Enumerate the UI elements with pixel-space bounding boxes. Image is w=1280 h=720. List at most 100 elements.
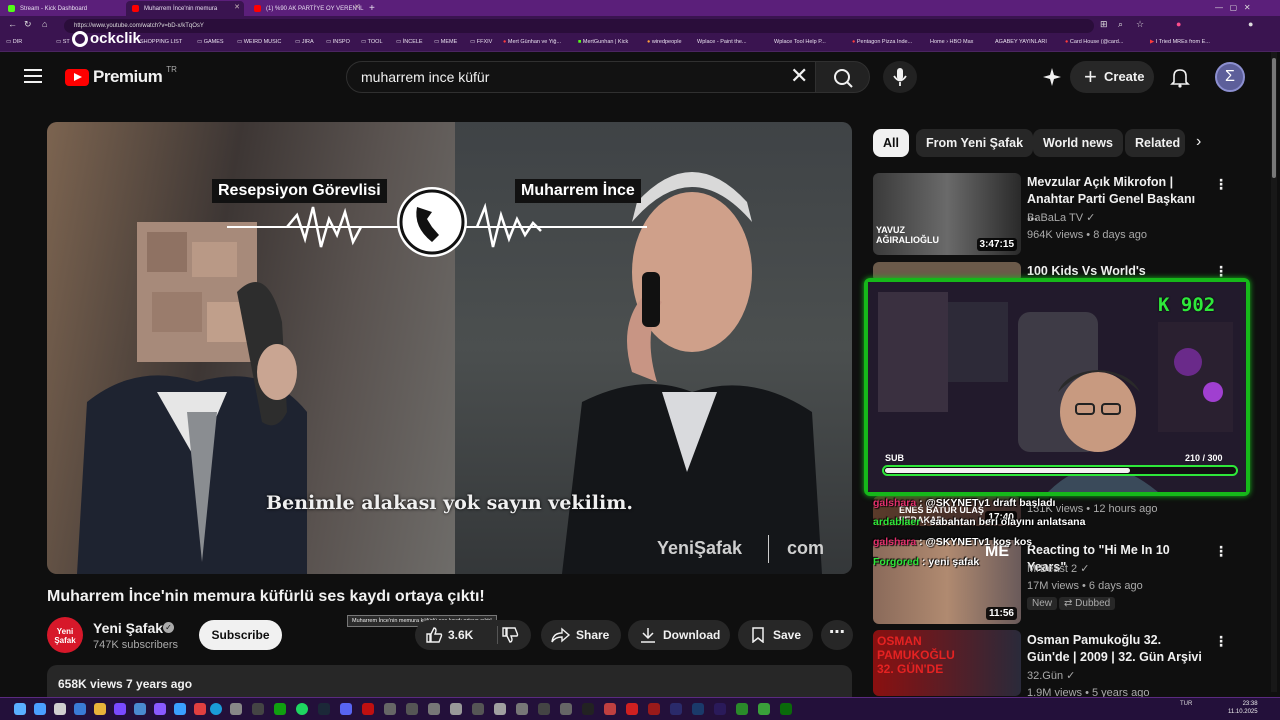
app-icon[interactable] — [134, 703, 146, 715]
home-icon[interactable]: ⌂ — [42, 19, 47, 29]
bookmark-item[interactable]: ● wiredpeople — [647, 39, 682, 45]
photoshop-icon[interactable] — [692, 703, 704, 715]
bookmark-item[interactable]: Home › HBO Max — [930, 39, 973, 45]
app-icon[interactable] — [154, 703, 166, 715]
bookmark-item[interactable]: Wplace Tool Help P... — [774, 39, 826, 45]
chevron-right-icon[interactable]: › — [1196, 133, 1201, 151]
video-thumbnail[interactable]: ME 11:56 — [873, 540, 1021, 624]
channel-name[interactable]: Yeni Şafak — [93, 620, 163, 636]
share-button[interactable]: Share — [541, 620, 621, 650]
bookmark-item[interactable]: ● Mert Günhan ve Yiğ... — [503, 39, 561, 45]
sidebar-video-title[interactable]: Osman Pamukoğlu 32. Gün'de | 2009 | 32. … — [1027, 632, 1207, 666]
audition-icon[interactable] — [670, 703, 682, 715]
bookmark-item[interactable]: ▭ INSPO — [326, 39, 350, 45]
video-player[interactable]: Resepsiyon Görevlisi Muharrem İnce Benim… — [47, 122, 852, 574]
app-icon[interactable] — [114, 703, 126, 715]
app-icon[interactable] — [384, 703, 396, 715]
scrollbar-thumb[interactable] — [1272, 58, 1276, 178]
reload-icon[interactable]: ↻ — [24, 19, 32, 30]
channel-avatar[interactable]: Yeni Şafak — [47, 617, 83, 653]
more-vert-icon[interactable]: ⋮ — [1214, 543, 1228, 560]
search-button[interactable] — [815, 61, 870, 93]
video-thumbnail[interactable]: OSMAN PAMUKOĞLU 32. GÜN'DE — [873, 630, 1021, 696]
chip-related[interactable]: Related — [1125, 129, 1185, 157]
bookmark-item[interactable]: ▭ WEIRD MUSIC — [237, 39, 281, 45]
dislike-icon[interactable] — [501, 627, 521, 643]
chip-world-news[interactable]: World news — [1033, 129, 1123, 157]
app-icon[interactable] — [648, 703, 660, 715]
search-input[interactable]: muharrem ince küfür — [346, 61, 816, 93]
save-button[interactable]: Save — [738, 620, 813, 650]
task-view-icon[interactable] — [54, 703, 66, 715]
ai-sparkle-icon[interactable] — [1041, 66, 1063, 88]
more-vert-icon[interactable]: ⋮ — [1214, 176, 1228, 193]
bookmark-item[interactable]: ▭ DIR — [6, 39, 22, 45]
app-icon[interactable] — [780, 703, 792, 715]
bookmark-item[interactable]: ▭ FFXIV — [470, 39, 492, 45]
app-icon[interactable] — [626, 703, 638, 715]
bookmark-item[interactable]: ▶ I Tried MREs from E... — [1150, 39, 1210, 45]
more-actions-button[interactable]: ⋯ — [821, 620, 853, 650]
bookmark-item[interactable]: ▭ İNCELE — [396, 39, 423, 45]
app-icon[interactable] — [194, 703, 206, 715]
bookmark-item[interactable]: ● Card House (@card... — [1065, 39, 1123, 45]
spotify-icon[interactable] — [296, 703, 308, 715]
account-avatar[interactable]: Σ — [1215, 62, 1245, 92]
xbox-icon[interactable] — [274, 703, 286, 715]
file-explorer-icon[interactable] — [94, 703, 106, 715]
like-icon[interactable] — [425, 627, 445, 643]
menu-icon[interactable] — [24, 69, 42, 83]
like-count[interactable]: 3.6K — [448, 620, 473, 650]
premiere-icon[interactable] — [714, 703, 726, 715]
more-vert-icon[interactable]: ⋮ — [1214, 633, 1228, 650]
windows-start-icon[interactable] — [34, 703, 46, 715]
notifications-bell-icon[interactable] — [1169, 66, 1191, 88]
window-controls[interactable]: — ▢ ✕ — [1215, 3, 1251, 12]
youtube-logo[interactable]: Premium TR — [65, 65, 177, 87]
system-tray[interactable]: TUR — [1180, 701, 1192, 707]
edge-icon[interactable] — [210, 703, 222, 715]
app-icon[interactable] — [494, 703, 506, 715]
bookmark-item[interactable]: ▭ TOOL — [361, 39, 383, 45]
app-icon[interactable] — [736, 703, 748, 715]
back-icon[interactable]: ← — [8, 19, 17, 29]
bookmark-item[interactable]: Wplace - Paint the... — [697, 39, 747, 45]
app-icon[interactable] — [252, 703, 264, 715]
bookmark-item[interactable]: ■ MertGunhan | Kick — [578, 39, 628, 45]
discord-icon[interactable] — [340, 703, 352, 715]
app-icon[interactable] — [538, 703, 550, 715]
tab-kick-dashboard[interactable]: Stream - Kick Dashboard — [2, 1, 122, 16]
voice-search-button[interactable] — [883, 61, 917, 93]
sidebar-channel-name[interactable]: 32.Gün ✓ — [1027, 669, 1075, 682]
app-icon[interactable] — [174, 703, 186, 715]
subscribe-button[interactable]: Subscribe — [199, 620, 282, 650]
extension-icon[interactable]: ● — [1176, 19, 1181, 29]
app-icon[interactable] — [406, 703, 418, 715]
download-button[interactable]: Download — [628, 620, 730, 650]
bookmark-item[interactable]: AGABEY YAYINLARI — [995, 39, 1047, 45]
search-icon[interactable]: ⌕ — [1118, 19, 1123, 30]
profile-icon[interactable]: ● — [1248, 19, 1253, 29]
bookmark-item[interactable]: ▭ JIRA — [295, 39, 314, 45]
tab-youtube-active[interactable]: Muharrem İnce'nin memura ✕ — [126, 1, 244, 16]
steam-icon[interactable] — [318, 703, 330, 715]
app-icon[interactable] — [516, 703, 528, 715]
bookmark-item[interactable]: ▭ ST — [56, 39, 70, 45]
app-icon[interactable] — [230, 703, 242, 715]
sidebar-channel-name[interactable]: BaBaLa TV ✓ — [1027, 211, 1095, 224]
app-icon[interactable] — [560, 703, 572, 715]
clock[interactable]: 23:38 11.10.2025 — [1228, 700, 1258, 716]
app-icon[interactable] — [362, 703, 374, 715]
tab-youtube-2[interactable]: (1) %90 AK PARTİ'YE OY VEREN İL ✕ — [248, 1, 364, 16]
chip-all[interactable]: All — [873, 129, 909, 157]
app-icon[interactable] — [450, 703, 462, 715]
app-icon[interactable] — [428, 703, 440, 715]
sidebar-channel-name[interactable]: MrBeast 2 ✓ — [1027, 562, 1089, 575]
bookmark-item[interactable]: ▭ MEME — [434, 39, 457, 45]
new-tab-button[interactable]: + — [366, 1, 380, 16]
bookmark-item[interactable]: ▭ GAMES — [197, 39, 224, 45]
close-icon[interactable]: ✕ — [234, 3, 240, 11]
chip-from-yeni-safak[interactable]: From Yeni Şafak — [916, 129, 1034, 157]
star-icon[interactable]: ☆ — [1136, 19, 1144, 30]
bookmark-item[interactable]: ● Pentagon Pizza Inde... — [852, 39, 912, 45]
